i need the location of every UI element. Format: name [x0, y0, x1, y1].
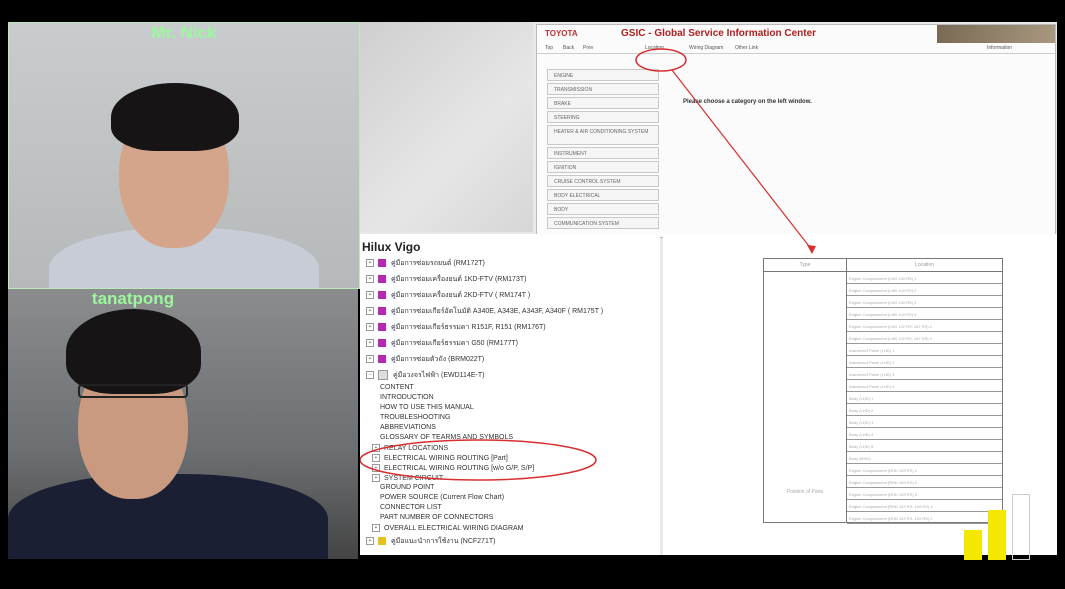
level-bar-3-outline: [1012, 494, 1030, 560]
audio-level-meter: [960, 490, 1035, 560]
webcam-tile-2: tanatpong: [8, 289, 358, 559]
level-bar-1: [964, 530, 982, 560]
annotation-arrowhead: [807, 245, 816, 254]
annotation-circle-location: [635, 48, 687, 72]
participant-name-2: tanatpong: [91, 289, 175, 308]
person-2-torso: [8, 474, 328, 559]
shared-screen: TOYOTA GSIC - Global Service Information…: [360, 22, 1057, 555]
annotation-circle-wiring: [360, 439, 597, 481]
annotation-overlay: [360, 48, 816, 481]
level-bar-2: [988, 510, 1006, 560]
participant-name-1: Mr. Nick: [151, 23, 217, 42]
webcam-tile-1: Mr. Nick: [8, 22, 360, 289]
person-1-hair: [111, 83, 239, 151]
annotation-arrow-line: [671, 69, 813, 251]
eyeglasses: [78, 384, 188, 398]
person-2-hair: [66, 309, 201, 394]
